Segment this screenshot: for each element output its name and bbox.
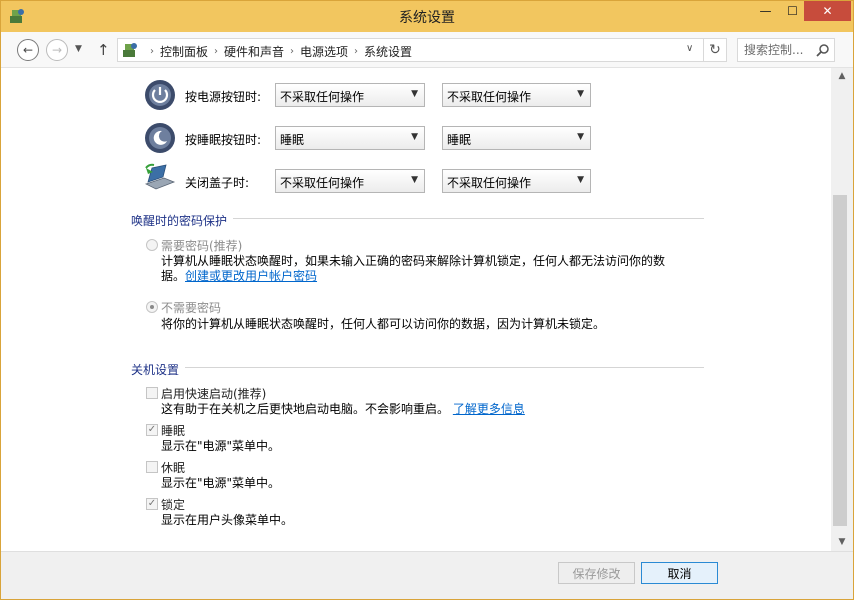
checkmark-icon: ✓ <box>147 424 157 435</box>
lid-close-battery-select[interactable]: 不采取任何操作 ▼ <box>275 169 425 193</box>
system-settings-window: 系统设置 — ☐ ✕ ← → ▼ ↑ › 控制面板 › 硬件和声音 › 电源选项… <box>0 0 854 600</box>
laptop-lid-icon <box>144 163 176 190</box>
sleep-button-plugged-select[interactable]: 睡眠 ▼ <box>442 126 591 150</box>
select-value: 睡眠 <box>280 133 305 147</box>
power-button-plugged-select[interactable]: 不采取任何操作 ▼ <box>442 83 591 107</box>
refresh-button[interactable]: ↻ <box>703 39 726 61</box>
up-button[interactable]: ↑ <box>97 41 110 59</box>
breadcrumb-power-options[interactable]: 电源选项 <box>300 43 348 60</box>
lid-close-plugged-select[interactable]: 不采取任何操作 ▼ <box>442 169 591 193</box>
chevron-down-icon[interactable]: ∨ <box>686 43 693 54</box>
fast-startup-label: 启用快速启动(推荐) <box>161 387 267 401</box>
address-bar[interactable]: › 控制面板 › 硬件和声音 › 电源选项 › 系统设置 ∨ ↻ <box>117 38 727 62</box>
desc-text: 这有助于在关机之后更快地启动电脑。不会影响重启。 <box>161 402 450 416</box>
lid-close-row: 关闭盖子时: 不采取任何操作 ▼ 不采取任何操作 ▼ <box>1 162 601 202</box>
hibernate-label: 休眠 <box>161 461 186 475</box>
vertical-scrollbar[interactable]: ▲ ▼ <box>831 68 853 551</box>
save-changes-button[interactable]: 保存修改 <box>558 562 635 584</box>
power-button-label: 按电源按钮时: <box>185 90 262 104</box>
require-password-radio[interactable] <box>146 239 158 251</box>
maximize-button[interactable]: ☐ <box>779 1 806 21</box>
lock-desc: 显示在用户头像菜单中。 <box>161 513 294 527</box>
window-title: 系统设置 <box>399 10 455 26</box>
hibernate-desc: 显示在"电源"菜单中。 <box>161 476 281 490</box>
control-panel-icon <box>123 43 137 57</box>
minimize-button[interactable]: — <box>752 1 779 21</box>
lid-close-label: 关闭盖子时: <box>185 176 250 190</box>
scroll-down-button[interactable]: ▼ <box>831 534 853 551</box>
chevron-right-icon[interactable]: › <box>290 46 294 57</box>
chevron-down-icon: ▼ <box>577 89 584 99</box>
chevron-down-icon: ▼ <box>411 89 418 99</box>
power-button-battery-select[interactable]: 不采取任何操作 ▼ <box>275 83 425 107</box>
back-button[interactable]: ← <box>17 39 39 61</box>
chevron-down-icon: ▼ <box>577 132 584 142</box>
power-button-icon <box>145 80 175 110</box>
forward-button[interactable]: → <box>46 39 68 61</box>
settings-content: 按电源按钮时: 不采取任何操作 ▼ 不采取任何操作 ▼ 按睡眠按钮时: 睡眠 ▼ <box>1 68 831 551</box>
lock-label: 锁定 <box>161 498 186 512</box>
sleep-checkbox[interactable]: ✓ <box>146 424 158 436</box>
create-password-link[interactable]: 创建或更改用户帐户密码 <box>185 269 317 283</box>
section-divider <box>185 367 704 368</box>
require-password-desc: 计算机从睡眠状态唤醒时，如果未输入正确的密码来解除计算机锁定，任何人都无法访问你… <box>161 254 666 268</box>
hibernate-checkbox[interactable] <box>146 461 158 473</box>
search-icon[interactable] <box>816 43 830 57</box>
sleep-button-icon <box>145 123 175 153</box>
breadcrumb-control-panel[interactable]: 控制面板 <box>160 43 208 60</box>
require-password-desc-2: 据。创建或更改用户帐户密码 <box>161 269 317 284</box>
scroll-up-button[interactable]: ▲ <box>831 68 853 85</box>
recent-locations-icon[interactable]: ▼ <box>75 44 82 54</box>
search-input[interactable] <box>744 42 814 58</box>
require-password-label: 需要密码(推荐) <box>161 239 243 253</box>
no-password-label: 不需要密码 <box>161 301 222 315</box>
search-box[interactable] <box>737 38 835 62</box>
chevron-right-icon[interactable]: › <box>150 46 154 57</box>
select-value: 不采取任何操作 <box>280 90 365 104</box>
chevron-down-icon: ▼ <box>411 132 418 142</box>
no-password-desc: 将你的计算机从睡眠状态唤醒时，任何人都可以访问你的数据，因为计算机未锁定。 <box>161 317 606 331</box>
scroll-thumb[interactable] <box>833 195 847 526</box>
close-button[interactable]: ✕ <box>804 1 851 21</box>
desc-text: 据。 <box>161 269 186 283</box>
select-value: 睡眠 <box>447 133 472 147</box>
fast-startup-checkbox[interactable] <box>146 387 158 399</box>
chevron-down-icon: ▼ <box>577 175 584 185</box>
footer-bar: 保存修改 取消 <box>1 551 853 599</box>
select-value: 不采取任何操作 <box>280 176 365 190</box>
navigation-bar: ← → ▼ ↑ › 控制面板 › 硬件和声音 › 电源选项 › 系统设置 ∨ ↻ <box>1 32 853 68</box>
sleep-label: 睡眠 <box>161 424 186 438</box>
title-bar[interactable]: 系统设置 — ☐ ✕ <box>1 1 853 32</box>
sleep-button-battery-select[interactable]: 睡眠 ▼ <box>275 126 425 150</box>
sleep-desc: 显示在"电源"菜单中。 <box>161 439 281 453</box>
checkmark-icon: ✓ <box>147 498 157 509</box>
fast-startup-desc: 这有助于在关机之后更快地启动电脑。不会影响重启。 了解更多信息 <box>161 402 525 417</box>
no-password-radio[interactable] <box>146 301 158 313</box>
power-button-row: 按电源按钮时: 不采取任何操作 ▼ 不采取任何操作 ▼ <box>1 76 601 116</box>
shutdown-section-title: 关机设置 <box>131 363 180 377</box>
chevron-right-icon[interactable]: › <box>214 46 218 57</box>
lock-checkbox[interactable]: ✓ <box>146 498 158 510</box>
breadcrumb-system-settings[interactable]: 系统设置 <box>364 43 412 60</box>
cancel-button[interactable]: 取消 <box>641 562 718 584</box>
chevron-right-icon[interactable]: › <box>354 46 358 57</box>
section-divider <box>233 218 704 219</box>
sleep-button-label: 按睡眠按钮时: <box>185 133 262 147</box>
breadcrumb: › 控制面板 › 硬件和声音 › 电源选项 › 系统设置 <box>144 43 412 60</box>
sleep-button-row: 按睡眠按钮时: 睡眠 ▼ 睡眠 ▼ <box>1 119 601 159</box>
select-value: 不采取任何操作 <box>447 90 532 104</box>
chevron-down-icon: ▼ <box>411 175 418 185</box>
password-section-title: 唤醒时的密码保护 <box>131 214 228 228</box>
breadcrumb-hardware-sound[interactable]: 硬件和声音 <box>224 43 284 60</box>
select-value: 不采取任何操作 <box>447 176 532 190</box>
learn-more-link[interactable]: 了解更多信息 <box>453 402 525 416</box>
